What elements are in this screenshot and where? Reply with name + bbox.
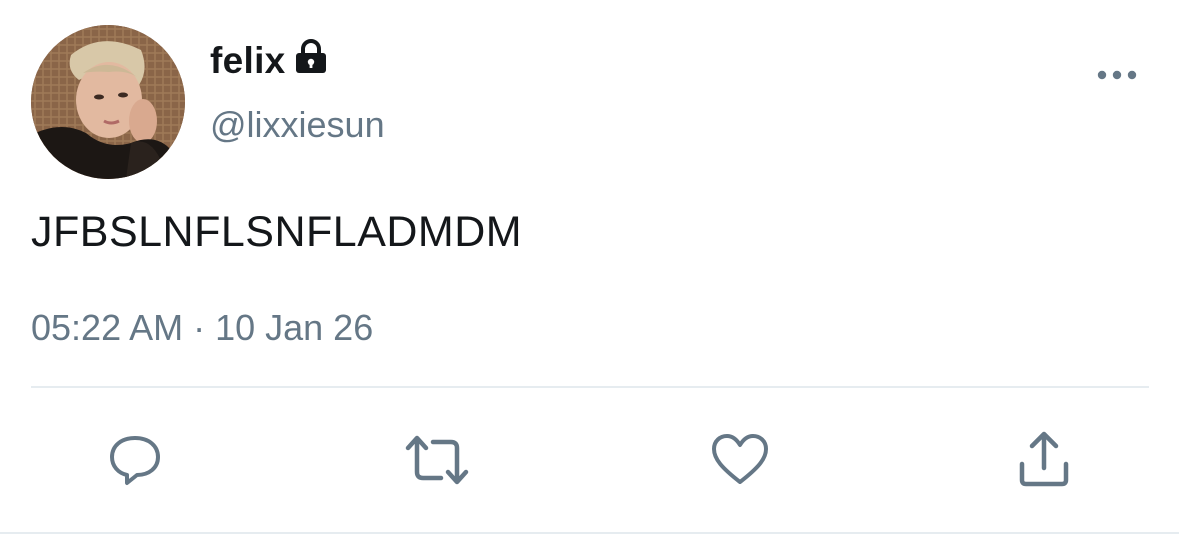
display-name-text: felix (210, 39, 286, 81)
retweet-button[interactable] (405, 430, 469, 494)
tweet-text: JFBSLNFLSNFLADMDM (31, 208, 523, 256)
share-button[interactable] (1012, 430, 1076, 494)
heart-icon (710, 432, 770, 493)
retweet-icon (405, 432, 469, 493)
user-handle[interactable]: @lixxiesun (210, 104, 385, 146)
avatar[interactable] (31, 25, 185, 179)
like-button[interactable] (708, 430, 772, 494)
display-name[interactable]: felix (210, 38, 328, 83)
reply-button[interactable] (103, 430, 167, 494)
more-options-icon[interactable] (1097, 65, 1137, 85)
tweet-card: felix @lixxiesun JFBSLNFLSNFLADMDM 05:22… (0, 0, 1179, 552)
share-icon (1016, 430, 1072, 495)
reply-icon (107, 432, 163, 493)
divider (31, 386, 1149, 388)
bottom-divider (0, 532, 1179, 534)
tweet-timestamp[interactable]: 05:22 AM · 10 Jan 26 (31, 307, 373, 349)
lock-icon (294, 38, 328, 83)
